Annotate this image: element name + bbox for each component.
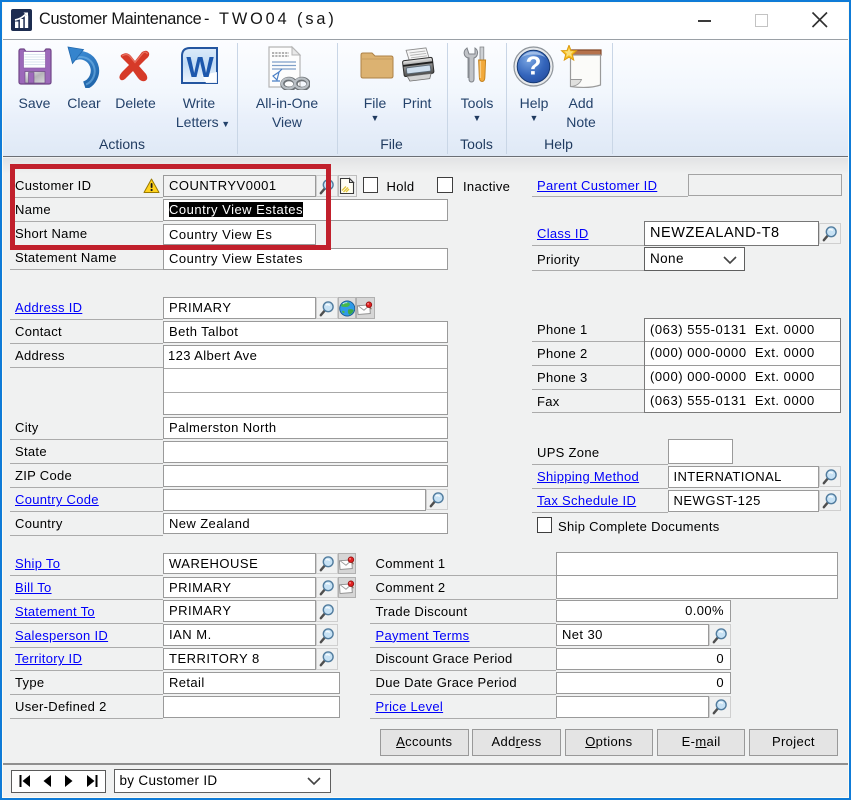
svg-text:?: ? [526,51,542,81]
svg-text:W: W [186,52,214,84]
